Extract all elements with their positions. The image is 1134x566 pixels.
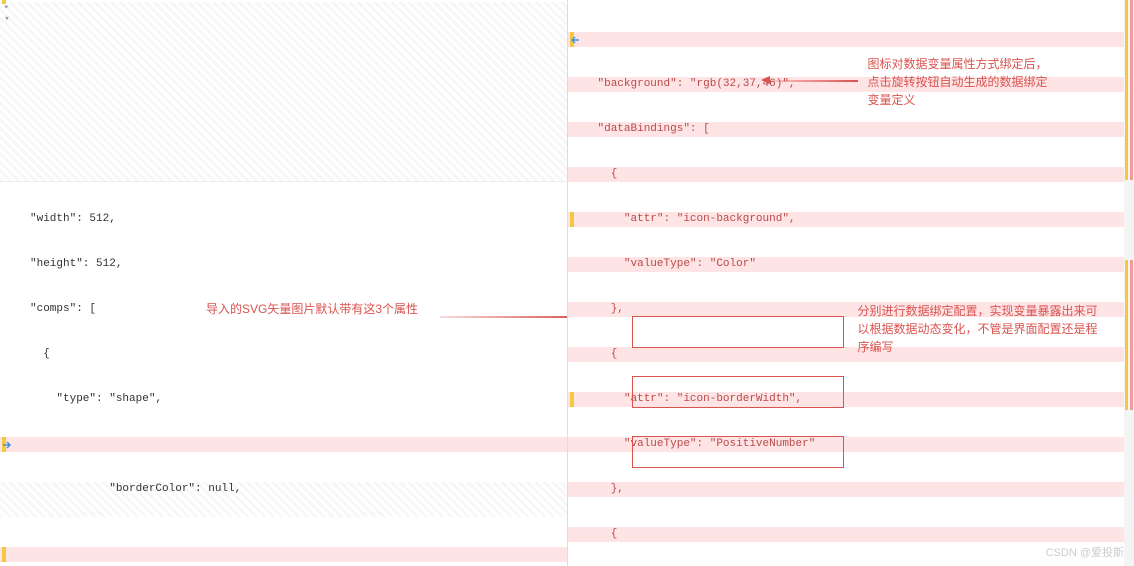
code-line[interactable]: "height": 512,: [0, 257, 567, 272]
fold-icon[interactable]: ▾: [0, 14, 14, 24]
code-line-diff[interactable]: "attr": "icon-borderWidth",: [568, 392, 1134, 407]
code-line-diff[interactable]: },: [568, 482, 1134, 497]
code-line[interactable]: "type": "shape",: [0, 392, 567, 407]
merge-left-icon[interactable]: [568, 33, 582, 47]
left-code[interactable]: "width": 512, "height": 512, "comps": [ …: [0, 182, 567, 566]
code-line-diff[interactable]: "dataBindings": [: [568, 122, 1134, 137]
scrollbar[interactable]: [1124, 0, 1134, 566]
code-line-diff[interactable]: "borderColor": null,: [0, 437, 567, 452]
code-line-diff[interactable]: "valueType": "PositiveNumber": [568, 437, 1134, 452]
code-line-diff[interactable]: {: [568, 527, 1134, 542]
diff-view: ▸ ▾ "width": 512, "height": 512, "comps"…: [0, 0, 1134, 566]
code-line[interactable]: "comps": [: [0, 302, 567, 317]
right-code[interactable]: "modified": "Mon Aug 01 2022 23:33:01 GM…: [568, 2, 1134, 566]
watermark: CSDN @爱投斯: [1046, 544, 1124, 560]
merge-right-icon[interactable]: [0, 438, 14, 452]
right-pane: "modified": "Mon Aug 01 2022 23:33:01 GM…: [568, 0, 1134, 566]
code-line[interactable]: {: [0, 347, 567, 362]
code-line-diff[interactable]: {: [568, 347, 1134, 362]
code-line-diff[interactable]: "borderWidth": 0,: [0, 547, 567, 562]
code-line-diff[interactable]: "valueType": "Color": [568, 257, 1134, 272]
diff-placeholder: [0, 2, 567, 182]
code-line[interactable]: "width": 512,: [0, 212, 567, 227]
code-line-diff[interactable]: "background": "rgb(32,37,46)",: [568, 77, 1134, 92]
left-pane: ▸ ▾ "width": 512, "height": 512, "comps"…: [0, 0, 568, 566]
code-line-diff[interactable]: {: [568, 167, 1134, 182]
code-line-diff[interactable]: "modified": "Mon Aug 01 2022 23:33:01 GM…: [568, 32, 1134, 47]
code-line-diff[interactable]: },: [568, 302, 1134, 317]
code-line-diff[interactable]: "attr": "icon-background",: [568, 212, 1134, 227]
